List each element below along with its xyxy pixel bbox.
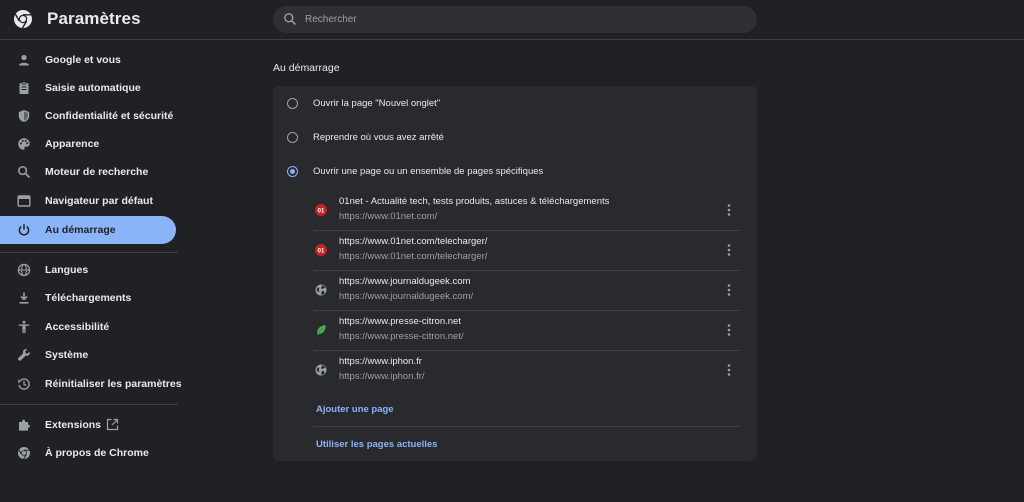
sidebar-item-default-browser[interactable]: Navigateur par défaut [0, 187, 176, 215]
sidebar-item-search-engine[interactable]: Moteur de recherche [0, 158, 176, 186]
01net-icon: 01 [315, 244, 327, 256]
startup-page-row: 01 https://www.01net.com/telecharger/ ht… [313, 230, 743, 270]
wrench-icon [18, 349, 30, 361]
option-label: Ouvrir une page ou un ensemble de pages … [313, 166, 544, 177]
more-vert-icon[interactable] [721, 200, 737, 220]
radio-button[interactable] [287, 98, 298, 109]
more-vert-icon[interactable] [721, 280, 737, 300]
sidebar-item-appearance[interactable]: Apparence [0, 130, 176, 158]
add-page-link[interactable]: Ajouter une page [316, 404, 394, 415]
radio-button-checked[interactable] [287, 166, 298, 177]
option-label: Ouvrir la page "Nouvel onglet" [313, 98, 441, 109]
sidebar-item-downloads[interactable]: Téléchargements [0, 284, 176, 312]
option-new-tab[interactable]: Ouvrir la page "Nouvel onglet" [273, 89, 757, 117]
sidebar-item-privacy[interactable]: Confidentialité et sécurité [0, 102, 176, 130]
download-icon [19, 292, 29, 304]
browser-icon [17, 195, 31, 207]
globe-icon [17, 263, 31, 277]
sidebar-item-label: Accessibilité [45, 321, 110, 333]
leaf-icon [316, 325, 326, 335]
option-specific-pages[interactable]: Ouvrir une page ou un ensemble de pages … [273, 157, 757, 185]
search-icon [284, 13, 297, 26]
settings-window: Paramètres Google et vous Sais [0, 0, 1024, 502]
sidebar-item-accessibility[interactable]: Accessibilité [0, 313, 176, 341]
search-input[interactable] [305, 9, 745, 30]
sidebar-item-label: Navigateur par défaut [45, 195, 153, 207]
option-continue[interactable]: Reprendre où vous avez arrêté [273, 123, 757, 151]
clipboard-icon [19, 81, 29, 94]
sidebar-divider [0, 404, 178, 405]
more-vert-icon[interactable] [721, 320, 737, 340]
radio-button[interactable] [287, 132, 298, 143]
accessibility-icon [18, 320, 30, 333]
svg-text:01: 01 [318, 248, 325, 254]
sidebar-item-languages[interactable]: Langues [0, 256, 176, 284]
search-bar[interactable] [273, 6, 757, 33]
01net-icon: 01 [315, 204, 327, 216]
svg-text:01: 01 [318, 208, 325, 214]
sidebar-item-system[interactable]: Système [0, 341, 176, 369]
startup-page-row: https://www.journaldugeek.com https://ww… [313, 270, 743, 310]
sidebar-item-on-startup[interactable]: Au démarrage [0, 216, 176, 244]
page-title: Paramètres [47, 9, 141, 28]
more-vert-icon[interactable] [721, 240, 737, 260]
sidebar-item-label: Google et vous [45, 54, 121, 66]
startup-page-row: https://www.presse-citron.net https://ww… [313, 310, 743, 350]
startup-card: Ouvrir la page "Nouvel onglet" Reprendre… [273, 86, 757, 461]
header: Paramètres [0, 0, 1024, 40]
sidebar-item-label: Moteur de recherche [45, 166, 149, 178]
puzzle-icon [19, 419, 30, 431]
page-url: https://www.01net.com/telecharger/ [339, 251, 488, 262]
sidebar-item-label: Au démarrage [45, 224, 116, 236]
restore-icon [18, 378, 30, 390]
sidebar-item-autofill[interactable]: Saisie automatique [0, 74, 176, 102]
sidebar-item-label: Téléchargements [45, 292, 132, 304]
person-icon [19, 54, 29, 66]
globe-icon [315, 364, 327, 376]
option-label: Reprendre où vous avez arrêté [313, 132, 444, 143]
chrome-logo-icon [14, 10, 32, 29]
sidebar-item-about[interactable]: À propos de Chrome [0, 439, 176, 467]
page-url: https://www.01net.com/ [339, 211, 438, 222]
page-title: https://www.01net.com/telecharger/ [339, 236, 488, 247]
page-title: https://www.presse-citron.net [339, 316, 461, 327]
sidebar-item-label: Système [45, 349, 89, 361]
startup-page-row: 01 01net - Actualité tech, tests produit… [313, 190, 743, 230]
page-url: https://www.iphon.fr/ [339, 371, 425, 382]
sidebar-item-label: Apparence [45, 138, 100, 150]
palette-icon [18, 138, 30, 150]
shield-icon [18, 110, 30, 122]
sidebar-item-extensions[interactable]: Extensions [0, 411, 176, 439]
sidebar-item-label: Langues [45, 264, 89, 276]
power-icon [18, 224, 30, 236]
page-url: https://www.presse-citron.net/ [339, 331, 464, 342]
globe-icon [315, 284, 327, 296]
use-current-pages-link[interactable]: Utiliser les pages actuelles [316, 439, 437, 450]
external-link-icon [106, 418, 119, 431]
section-title: Au démarrage [273, 62, 340, 74]
sidebar-item-reset[interactable]: Réinitialiser les paramètres [0, 370, 182, 398]
sidebar-item-label: Extensions [45, 419, 102, 431]
page-title: 01net - Actualité tech, tests produits, … [339, 196, 610, 207]
sidebar-item-label: À propos de Chrome [45, 447, 149, 459]
sidebar-item-label: Confidentialité et sécurité [45, 110, 174, 122]
chrome-icon [18, 447, 30, 460]
sidebar: Google et vous Saisie automatique Confid… [0, 44, 182, 474]
page-url: https://www.journaldugeek.com/ [339, 291, 474, 302]
page-title: https://www.iphon.fr [339, 356, 422, 367]
sidebar-divider [0, 252, 178, 253]
more-vert-icon[interactable] [721, 360, 737, 380]
search-icon [18, 166, 31, 179]
page-title: https://www.journaldugeek.com [339, 276, 471, 287]
sidebar-item-label: Saisie automatique [45, 82, 141, 94]
sidebar-item-label: Réinitialiser les paramètres [45, 378, 182, 390]
sidebar-item-google[interactable]: Google et vous [0, 46, 176, 74]
startup-page-row: https://www.iphon.fr https://www.iphon.f… [313, 350, 743, 390]
row-divider [313, 426, 741, 427]
